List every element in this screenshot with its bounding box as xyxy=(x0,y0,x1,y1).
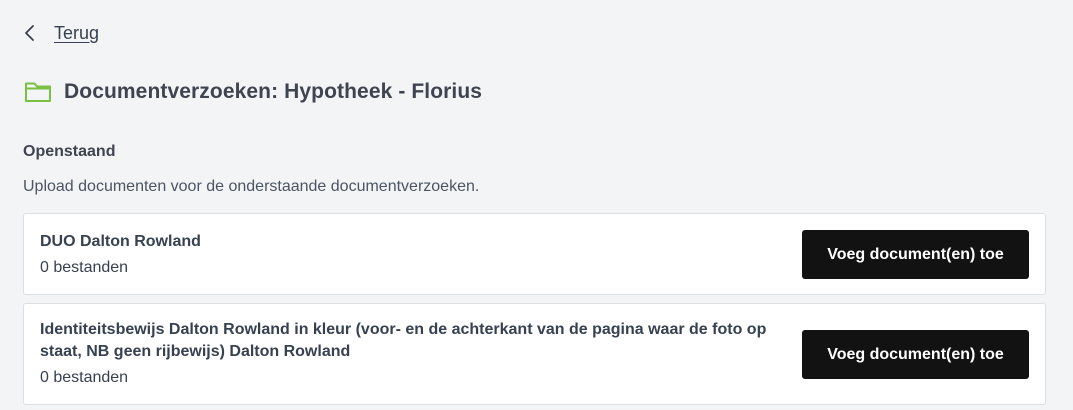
document-request-card: Identiteitsbewijs Dalton Rowland in kleu… xyxy=(23,303,1046,405)
back-link-label[interactable]: Terug xyxy=(54,23,99,44)
document-request-info: DUO Dalton Rowland 0 bestanden xyxy=(40,231,780,279)
page-title: Documentverzoeken: Hypotheek - Florius xyxy=(64,80,483,103)
document-request-info: Identiteitsbewijs Dalton Rowland in kleu… xyxy=(40,319,790,389)
section-title: Openstaand xyxy=(23,143,116,160)
document-request-card: DUO Dalton Rowland 0 bestanden Voeg docu… xyxy=(23,213,1046,295)
folder-icon xyxy=(24,80,52,104)
document-file-count: 0 bestanden xyxy=(40,259,129,276)
document-request-name: DUO Dalton Rowland xyxy=(40,233,201,250)
document-request-name: Identiteitsbewijs Dalton Rowland in kleu… xyxy=(40,321,767,360)
chevron-left-icon xyxy=(24,22,40,44)
add-documents-button[interactable]: Voeg document(en) toe xyxy=(802,230,1029,279)
back-link[interactable]: Terug xyxy=(24,22,99,44)
section-description: Upload documenten voor de onderstaande d… xyxy=(23,178,480,195)
add-documents-button[interactable]: Voeg document(en) toe xyxy=(802,330,1029,379)
document-file-count: 0 bestanden xyxy=(40,369,129,386)
page-heading: Documentverzoeken: Hypotheek - Florius xyxy=(24,80,482,104)
page: Terug Documentverzoeken: Hypotheek - Flo… xyxy=(0,0,1073,410)
